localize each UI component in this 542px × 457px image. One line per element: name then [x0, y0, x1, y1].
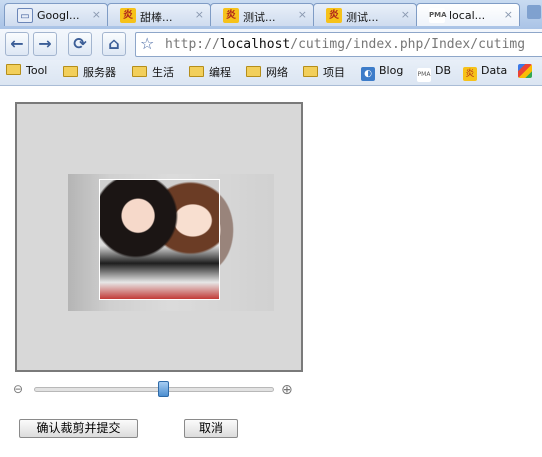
cancel-button[interactable]: 取消 [184, 419, 238, 438]
bookmark-label: DB [435, 64, 452, 77]
generic-page-icon: ▭ [17, 8, 33, 23]
home-button[interactable]: ⌂ [102, 32, 126, 56]
bookmark-label: 项目 [323, 66, 345, 79]
bookmark-folder-life[interactable]: 生活 [132, 64, 174, 80]
bookmark-star-icon[interactable]: ☆ [140, 34, 154, 53]
tab-test-1[interactable]: 炎 测试... × [210, 3, 314, 26]
yellow-site-icon: 炎 [223, 8, 239, 23]
yellow-site-icon: 炎 [463, 67, 477, 81]
url-text[interactable]: http://localhost/cutimg/index.php/Index/… [165, 37, 525, 52]
bookmark-db[interactable]: PMA DB [417, 64, 452, 82]
tab-title: 测试... [243, 11, 276, 23]
zoom-slider-thumb[interactable] [158, 381, 169, 397]
tab-title: 甜棒... [140, 11, 173, 23]
bookmark-folder-tool[interactable]: Tool [6, 64, 47, 80]
tab-close-icon[interactable]: × [504, 8, 513, 21]
tab-strip: ▭ Googl... × 炎 甜棒... × 炎 测试... × 炎 测试...… [0, 0, 542, 29]
back-button[interactable]: ← [5, 32, 29, 56]
bookmark-label: Tool [26, 64, 48, 77]
tab-close-icon[interactable]: × [401, 8, 410, 21]
phpmyadmin-icon: PMA [429, 8, 447, 23]
bookmark-label: 网络 [266, 66, 288, 79]
phpmyadmin-icon: PMA [417, 68, 431, 82]
tab-close-icon[interactable]: × [92, 8, 101, 21]
folder-icon [63, 66, 78, 77]
zoom-in-icon[interactable]: ⊕ [281, 382, 293, 398]
bookmark-label: 生活 [152, 66, 174, 79]
url-host: localhost [219, 37, 291, 52]
bookmark-data[interactable]: 炎 Data [463, 64, 508, 81]
folder-icon [303, 66, 318, 77]
browser-toolbar: ← → ⟳ ⌂ ☆ http://localhost/cutimg/index.… [0, 29, 542, 60]
tab-site-1[interactable]: 炎 甜棒... × [107, 3, 211, 26]
bookmark-more[interactable] [518, 64, 536, 80]
bookmark-label: Data [481, 64, 508, 77]
bookmark-label: Blog [379, 64, 404, 77]
address-bar[interactable]: ☆ http://localhost/cutimg/index.php/Inde… [135, 32, 542, 57]
yellow-site-icon: 炎 [326, 8, 342, 23]
bookmark-label: 编程 [209, 66, 231, 79]
blog-icon: ◐ [361, 67, 375, 81]
confirm-crop-submit-button[interactable]: 确认裁剪并提交 [19, 419, 138, 438]
folder-icon [246, 66, 261, 77]
crop-selection-box[interactable] [99, 179, 220, 300]
tab-test-2[interactable]: 炎 测试... × [313, 3, 417, 26]
yellow-site-icon: 炎 [120, 8, 136, 23]
bookmark-blog[interactable]: ◐ Blog [361, 64, 404, 81]
zoom-slider-track[interactable] [34, 387, 274, 392]
folder-icon [6, 64, 21, 75]
url-path: /cutimg/index.php/Index/cutimg [290, 37, 526, 52]
bookmark-folder-projects[interactable]: 项目 [303, 64, 345, 80]
url-scheme: http:// [165, 37, 220, 52]
bookmark-folder-network[interactable]: 网络 [246, 64, 288, 80]
bookmark-folder-programming[interactable]: 编程 [189, 64, 231, 80]
tab-google[interactable]: ▭ Googl... × [4, 3, 108, 26]
tab-title: 测试... [346, 11, 379, 23]
bookmarks-bar: Tool 服务器 生活 编程 网络 项目 ◐ Blog PMA DB 炎 Data [0, 60, 542, 86]
bookmark-folder-servers[interactable]: 服务器 [63, 64, 116, 80]
folder-icon [132, 66, 147, 77]
tab-title: local... [449, 9, 486, 22]
zoom-out-icon[interactable]: ⊖ [13, 382, 23, 396]
bookmark-label: 服务器 [83, 66, 116, 79]
google-icon [518, 64, 532, 78]
reload-button[interactable]: ⟳ [68, 32, 92, 56]
tab-close-icon[interactable]: × [298, 8, 307, 21]
forward-button[interactable]: → [33, 32, 57, 56]
tab-close-icon[interactable]: × [195, 8, 204, 21]
folder-icon [189, 66, 204, 77]
rss-icon[interactable] [527, 5, 541, 19]
crop-stage [15, 102, 303, 372]
tab-localhost[interactable]: PMA local... × [416, 3, 520, 26]
tab-title: Googl... [37, 9, 80, 22]
